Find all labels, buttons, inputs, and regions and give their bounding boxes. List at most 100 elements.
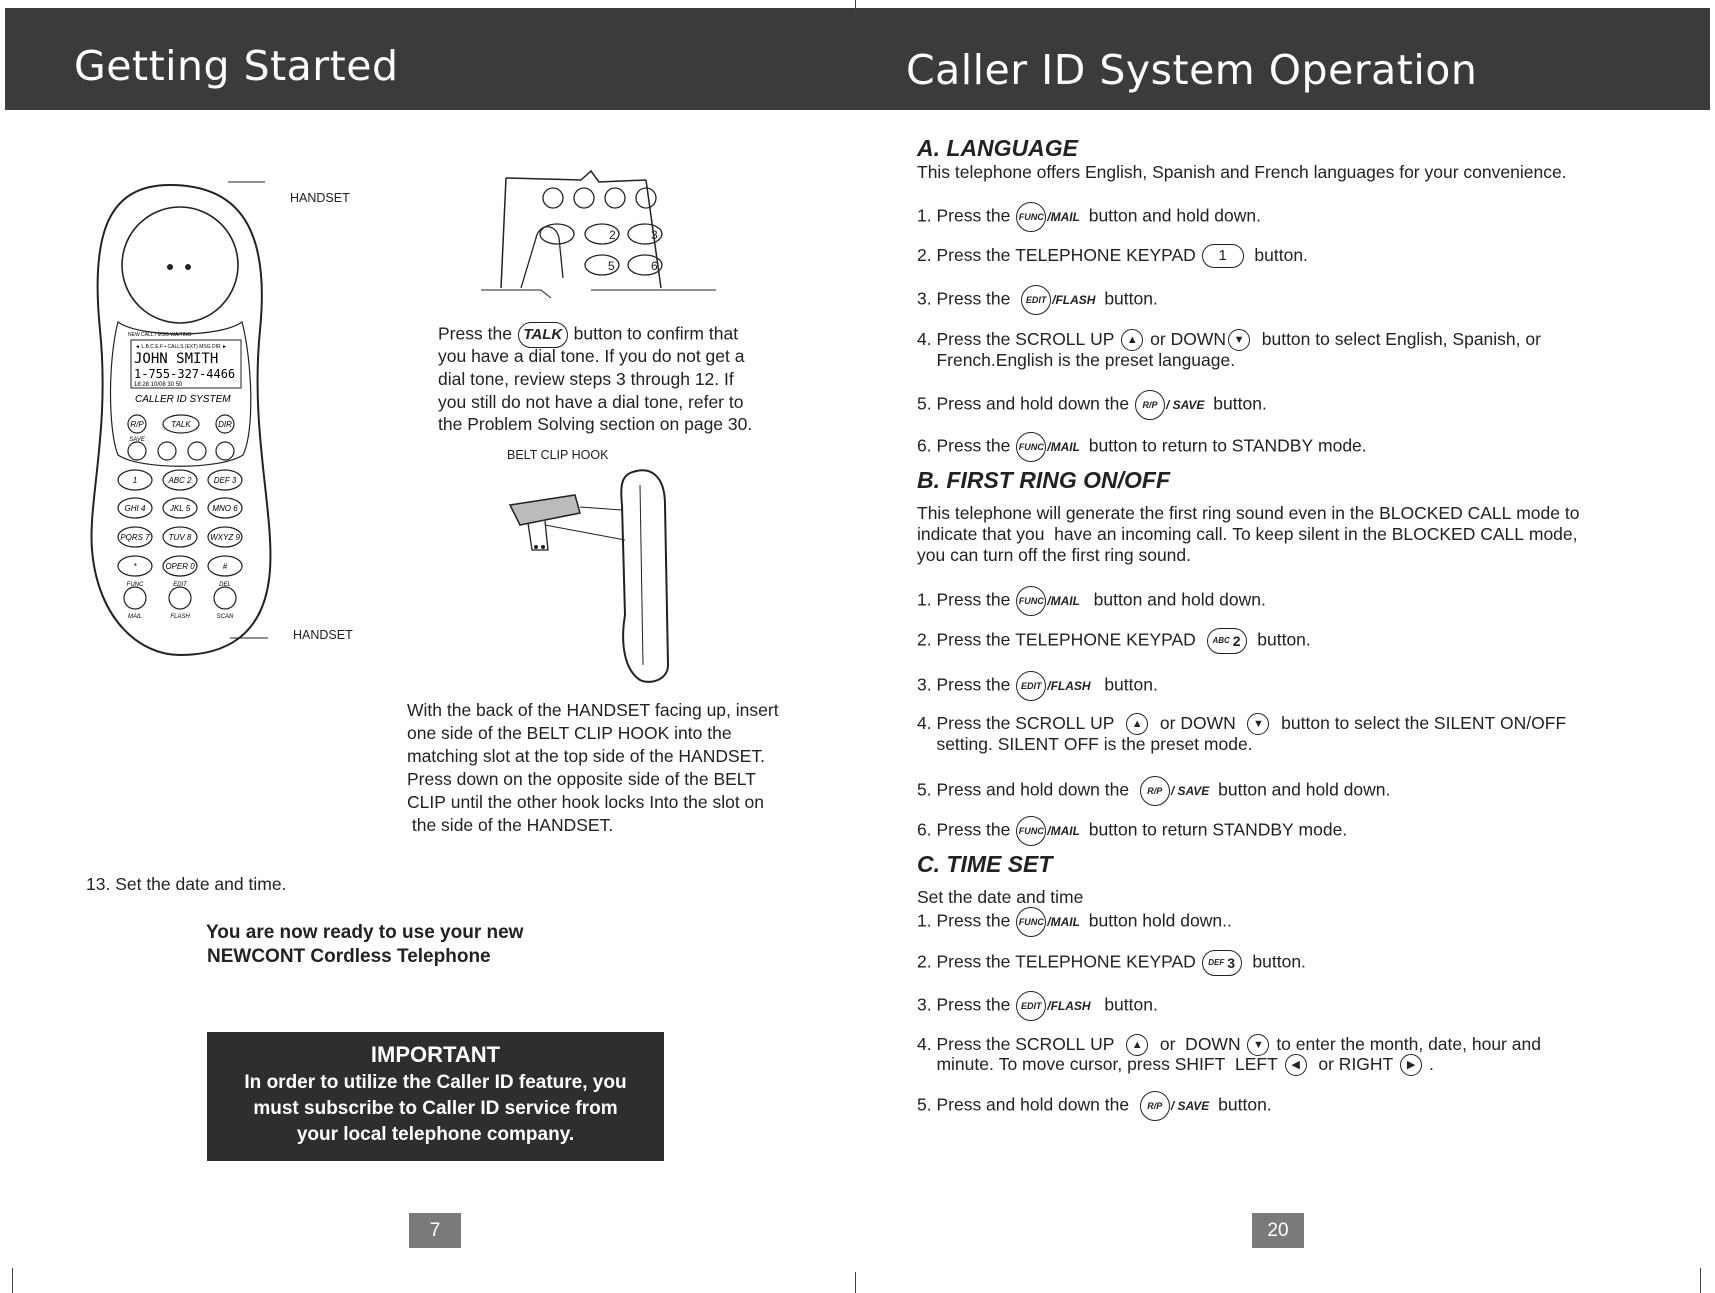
text: 2. Press the TELEPHONE KEYPAD [917,245,1201,265]
key-label: / SAVE [1170,1099,1210,1113]
text: button to select the SILENT ON/OFF [1271,713,1567,733]
text: 5. Press and hold down the [917,779,1139,800]
talk-text-line: the Problem Solving section on page 30. [438,413,752,435]
rp-key-icon: R/P [1139,776,1170,806]
important-title: IMPORTANT [370,1042,501,1067]
text: This telephone will generate the first r… [917,503,1580,523]
display-brand: CALLER ID SYSTEM [135,394,231,405]
important-line: your local telephone company. [296,1124,575,1145]
text: . [1424,1054,1434,1074]
left-page-number: 7 [409,1213,461,1248]
instruction-line: you can turn off the first ring sound. [917,544,1191,566]
key-label: /FLASH [1052,293,1096,307]
belt-clip-illustration [508,469,670,683]
instruction-line: 5. Press and hold down the R/P / SAVE but… [917,1091,1272,1121]
text: button to confirm that [568,323,739,344]
text: 4. Press the SCROLL UP [917,713,1125,733]
text: you still do not have a dial tone, refer… [438,392,744,412]
svg-text:3: 3 [651,228,658,242]
text: button. [1247,629,1311,650]
ready-line-1: You are now ready to use your new [206,922,524,943]
important-line: In order to utilize the Caller ID featur… [244,1072,627,1093]
text: or DOWN [1150,1034,1246,1054]
text: or DOWN [1150,713,1246,733]
1-key-icon: 1 [1201,244,1244,269]
instruction-line: This telephone offers English, Spanish a… [917,161,1567,183]
key-label: OPER 0 [165,562,195,571]
text: button and hold down. [1083,205,1262,226]
key-label: /FLASH [1047,999,1091,1013]
text: Set the date and time [917,887,1084,907]
text: button. [1244,245,1308,265]
handset-illustration: NEW CALL / MSG WAITING ◄ L.B.C.E.F ▪ CAL… [90,181,272,657]
text: indicate that you have an incoming call.… [917,524,1578,544]
instruction-line: indicate that you have an incoming call.… [917,523,1578,545]
key-label: /MAIL [1047,594,1080,608]
instruction-line: 6. Press the FUNC/MAIL button to return … [917,816,1347,846]
edit-key-icon: EDIT [1021,285,1052,315]
instruction-line: 5. Press and hold down the R/P / SAVE but… [917,776,1390,806]
section-heading: B. FIRST RING ON/OFF [917,467,1170,493]
text: 2. Press the TELEPHONE KEYPAD [917,629,1206,650]
text: 6. Press the [917,819,1016,840]
key-label: / SAVE [1170,784,1210,798]
function-key [213,586,237,610]
talk-text-line: you still do not have a dial tone, refer… [438,391,743,413]
key-label: / SAVE [1165,398,1205,412]
text: 3. Press the [917,674,1016,695]
scroll-right-icon: ▶ [1400,1054,1423,1077]
text: 3. Press the [917,288,1021,309]
text: button. [1208,393,1267,414]
text: you have a dial tone. If you do not get … [438,346,745,366]
text: This telephone offers English, Spanish a… [917,162,1567,182]
key-label: /MAIL [1047,824,1080,838]
text: Press the [438,323,517,344]
instruction-line: 2. Press the TELEPHONE KEYPAD 1 button. [917,244,1308,269]
text: button. [1099,288,1158,309]
instruction-line: 3. Press the EDIT/FLASH button. [917,671,1158,701]
display-status: NEW CALL / MSG WAITING [128,332,192,338]
key-label: DIR [218,420,232,429]
rp-key-icon: R/P [1139,1091,1170,1121]
instruction-line: 1. Press the FUNC/MAIL button and hold d… [917,202,1261,232]
function-key [168,586,192,610]
key-label: R/P [130,420,144,429]
step-13: 13. Set the date and time. [86,874,287,894]
scroll-left-icon: ◀ [1284,1054,1307,1077]
key-label: /FLASH [1047,679,1091,693]
instruction-line: French.English is the preset language. [917,349,1235,371]
text: button and hold down. [1083,589,1266,610]
text: button to select English, Spanish, or [1252,329,1541,349]
section-heading: C. TIME SET [917,851,1053,877]
display-bottom-row: 18:28 10/08 30 50 [134,382,183,388]
instruction-line: 1. Press the FUNC/MAIL button and hold d… [917,586,1266,616]
text: button. [1094,674,1158,695]
instruction-line: 6. Press the FUNC/MAIL button to return … [917,432,1367,462]
left-page-title: Getting Started [74,42,399,90]
instruction-line: setting. SILENT OFF is the preset mode. [917,733,1252,755]
key-label: PQRS 7 [120,533,150,542]
handset-label-bottom: HANDSET [293,628,353,642]
func-key-icon: FUNC [1016,816,1047,846]
key-label: DEF 3 [214,476,237,485]
text: 6. Press the [917,435,1016,456]
talk-text-line: you have a dial tone. If you do not get … [438,345,744,367]
func-key-icon: FUNC [1016,432,1047,462]
text: button. [1213,1094,1272,1115]
key-label: MNO 6 [212,504,238,513]
edit-key-icon: EDIT [1016,671,1047,701]
section-heading: A. LANGUAGE [917,135,1078,161]
text: 4. Press the SCROLL UP [917,1034,1125,1054]
arrow-key [215,441,235,461]
crop-mark [855,0,856,14]
text: or RIGHT [1308,1054,1399,1074]
key-label: GHI 4 [125,504,146,513]
instruction-line: 3. Press the EDIT/FLASH button. [917,285,1158,315]
func-key-icon: FUNC [1016,586,1047,616]
arrow-key [187,441,207,461]
key-label: # [223,562,228,571]
display-top-row: ◄ L.B.C.E.F ▪ CALLS (EXT) MSG DIR ► [135,344,227,350]
belt-text-line: matching slot at the top side of the HAN… [407,746,765,766]
text: button and hold down. [1213,779,1391,800]
ready-line-2: NEWCONT Cordless Telephone [207,946,491,967]
